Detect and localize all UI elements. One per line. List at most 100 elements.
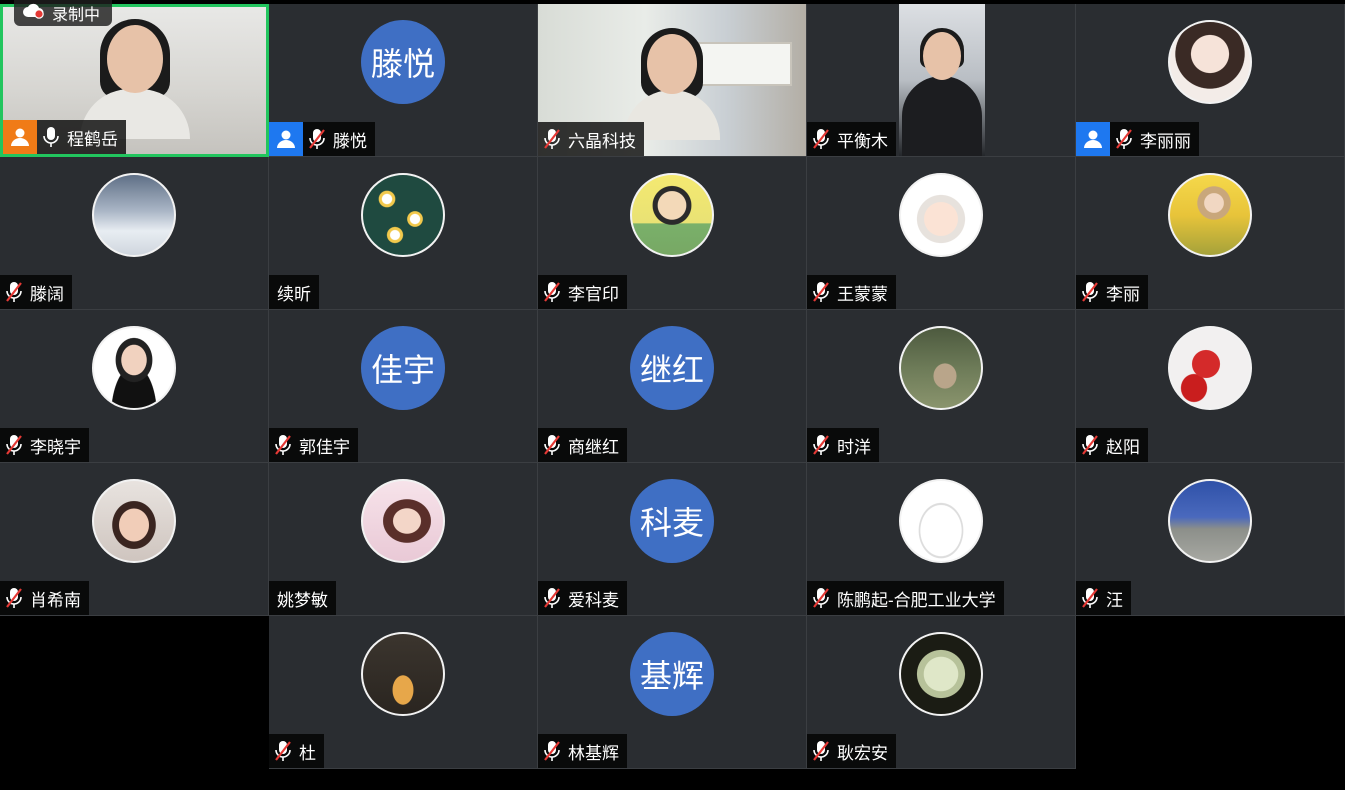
participant-name: 李官印: [568, 284, 619, 304]
participant-tile[interactable]: 汪: [1076, 463, 1345, 616]
host-person-icon: [3, 120, 37, 154]
participant-nameplate: 时洋: [807, 428, 879, 462]
participant-nameplate: 李晓宇: [0, 428, 89, 462]
participant-name: 郭佳宇: [299, 437, 350, 457]
microphone-muted-icon[interactable]: [269, 734, 297, 768]
participant-tile[interactable]: 佳宇 郭佳宇: [269, 310, 538, 463]
participant-name: 平衡木: [837, 131, 888, 151]
microphone-muted-icon[interactable]: [538, 122, 566, 156]
participant-nameplate: 滕悦: [269, 122, 375, 156]
participant-tile[interactable]: 耿宏安: [807, 616, 1076, 769]
profile-avatar: [361, 479, 445, 563]
microphone-muted-icon[interactable]: [538, 275, 566, 309]
participant-tile[interactable]: 李丽丽: [1076, 4, 1345, 157]
microphone-muted-icon[interactable]: [1076, 581, 1104, 615]
participant-tile[interactable]: 平衡木: [807, 4, 1076, 157]
microphone-muted-icon[interactable]: [1076, 428, 1104, 462]
participant-nameplate: 姚梦敏: [269, 581, 336, 615]
participant-name: 王蒙蒙: [837, 284, 888, 304]
profile-avatar: [899, 173, 983, 257]
participant-name: 程鹤岳: [67, 129, 118, 149]
profile-avatar: [630, 173, 714, 257]
profile-avatar: [92, 326, 176, 410]
participant-name: 爱科麦: [568, 590, 619, 610]
participant-name: 耿宏安: [837, 743, 888, 763]
microphone-icon[interactable]: [37, 120, 65, 154]
microphone-muted-icon[interactable]: [807, 734, 835, 768]
participant-nameplate: 李丽丽: [1076, 122, 1199, 156]
participant-name: 杜: [299, 743, 316, 763]
participant-tile[interactable]: 续昕: [269, 157, 538, 310]
recording-label: 录制中: [52, 7, 101, 24]
participant-name: 林基辉: [568, 743, 619, 763]
user-person-icon: [1076, 122, 1110, 156]
participant-nameplate: 滕阔: [0, 275, 72, 309]
microphone-muted-icon[interactable]: [807, 428, 835, 462]
participant-name: 肖希南: [30, 590, 81, 610]
participant-tile[interactable]: 李晓宇: [0, 310, 269, 463]
profile-avatar: [361, 632, 445, 716]
participant-tile[interactable]: 滕悦 滕悦: [269, 4, 538, 157]
microphone-muted-icon[interactable]: [538, 428, 566, 462]
participant-nameplate: 王蒙蒙: [807, 275, 896, 309]
participant-tile[interactable]: 继红 商继红: [538, 310, 807, 463]
participant-tile[interactable]: 科麦 爱科麦: [538, 463, 807, 616]
participant-tile[interactable]: 李官印: [538, 157, 807, 310]
microphone-muted-icon[interactable]: [0, 428, 28, 462]
participant-name: 赵阳: [1106, 437, 1140, 457]
microphone-muted-icon[interactable]: [538, 581, 566, 615]
microphone-muted-icon[interactable]: [807, 275, 835, 309]
profile-avatar: [899, 632, 983, 716]
microphone-muted-icon[interactable]: [538, 734, 566, 768]
participant-tile[interactable]: 王蒙蒙: [807, 157, 1076, 310]
participant-nameplate: 郭佳宇: [269, 428, 358, 462]
participant-name: 陈鹏起-合肥工业大学: [837, 590, 996, 610]
profile-avatar: [1168, 173, 1252, 257]
participant-nameplate: 续昕: [269, 275, 319, 309]
participant-tile[interactable]: 李丽: [1076, 157, 1345, 310]
participant-name: 汪: [1106, 590, 1123, 610]
participant-nameplate: 李丽: [1076, 275, 1148, 309]
participant-tile[interactable]: 滕阔: [0, 157, 269, 310]
participant-tile[interactable]: 陈鹏起-合肥工业大学: [807, 463, 1076, 616]
participant-nameplate: 李官印: [538, 275, 627, 309]
participant-nameplate: 肖希南: [0, 581, 89, 615]
microphone-muted-icon[interactable]: [269, 428, 297, 462]
microphone-muted-icon[interactable]: [1110, 122, 1138, 156]
participant-tile[interactable]: 六晶科技: [538, 4, 807, 157]
initials-avatar: 基辉: [630, 632, 714, 716]
participant-name: 李丽: [1106, 284, 1140, 304]
initials-avatar: 科麦: [630, 479, 714, 563]
profile-avatar: [92, 479, 176, 563]
microphone-muted-icon[interactable]: [1076, 275, 1104, 309]
participant-name: 姚梦敏: [277, 590, 328, 610]
participant-tile[interactable]: 赵阳: [1076, 310, 1345, 463]
participant-tile[interactable]: 基辉 林基辉: [538, 616, 807, 769]
participant-nameplate: 汪: [1076, 581, 1131, 615]
participant-nameplate: 陈鹏起-合肥工业大学: [807, 581, 1004, 615]
profile-avatar: [92, 173, 176, 257]
microphone-muted-icon[interactable]: [0, 581, 28, 615]
participant-nameplate: 林基辉: [538, 734, 627, 768]
recording-indicator[interactable]: 录制中: [14, 0, 113, 26]
initials-avatar: 滕悦: [361, 20, 445, 104]
participant-nameplate: 平衡木: [807, 122, 896, 156]
initials-avatar: 佳宇: [361, 326, 445, 410]
participant-tile[interactable]: 时洋: [807, 310, 1076, 463]
participant-name: 商继红: [568, 437, 619, 457]
participant-tile[interactable]: 姚梦敏: [269, 463, 538, 616]
participant-name: 时洋: [837, 437, 871, 457]
participant-nameplate: 程鹤岳: [3, 120, 126, 154]
cloud-record-icon: [22, 2, 46, 25]
participant-tile[interactable]: 杜: [269, 616, 538, 769]
microphone-muted-icon[interactable]: [0, 275, 28, 309]
participant-nameplate: 六晶科技: [538, 122, 644, 156]
microphone-muted-icon[interactable]: [303, 122, 331, 156]
microphone-muted-icon[interactable]: [807, 581, 835, 615]
empty-tile: [0, 616, 269, 769]
microphone-muted-icon[interactable]: [807, 122, 835, 156]
user-person-icon: [269, 122, 303, 156]
participant-tile[interactable]: 程鹤岳: [0, 4, 269, 157]
participant-tile[interactable]: 肖希南: [0, 463, 269, 616]
participant-name: 六晶科技: [568, 131, 636, 151]
